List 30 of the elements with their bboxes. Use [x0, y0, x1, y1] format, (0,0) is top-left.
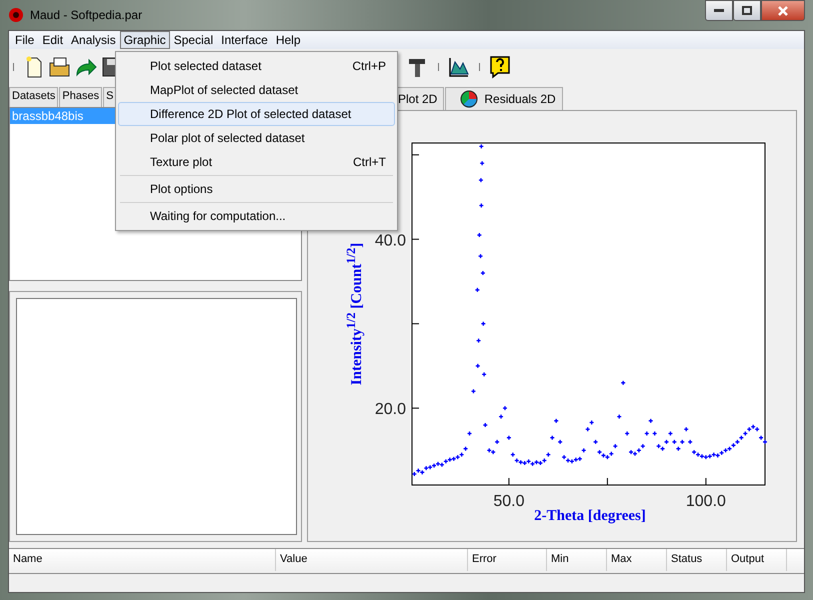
tab[interactable]: Residuals 2D: [445, 87, 563, 110]
menu-item[interactable]: Analysis: [67, 31, 120, 49]
window-title: Maud - Softpedia.par: [30, 8, 142, 22]
menu-item[interactable]: Special: [170, 31, 218, 49]
menu-item[interactable]: Interface: [217, 31, 272, 49]
column-header[interactable]: Error: [468, 549, 547, 571]
tab[interactable]: Phases: [59, 87, 102, 107]
column-header[interactable]: Min: [547, 549, 607, 571]
menu-item[interactable]: Help: [272, 31, 304, 49]
menu-item[interactable]: Texture plot Ctrl+T: [118, 150, 395, 174]
menu-item[interactable]: Plot options: [118, 177, 395, 201]
tick-label: 100.0: [686, 493, 726, 510]
axis-title: 2-Theta [degrees]: [533, 508, 647, 525]
menu-item[interactable]: File: [11, 31, 38, 49]
column-header[interactable]: Status: [667, 549, 727, 571]
menu-item[interactable]: Graphic: [120, 31, 170, 49]
column-header[interactable]: Max: [607, 549, 667, 571]
menu-item[interactable]: Edit: [38, 31, 68, 49]
column-header[interactable]: Output: [727, 549, 787, 571]
tick-label: 50.0: [493, 493, 524, 510]
tick-label: 40.0: [374, 232, 406, 250]
column-header[interactable]: Value: [276, 549, 468, 571]
column-header[interactable]: Name: [9, 549, 276, 571]
tab[interactable]: Datasets: [9, 87, 58, 107]
tab[interactable]: S: [103, 87, 116, 107]
tick-label: 20.0: [374, 401, 406, 418]
menu-item[interactable]: Polar plot of selected dataset: [118, 126, 395, 150]
menu-item[interactable]: Plot selected dataset Ctrl+P: [118, 54, 395, 78]
menu-item[interactable]: Waiting for computation...: [118, 204, 395, 228]
menu-item[interactable]: Difference 2D Plot of selected dataset: [118, 102, 395, 126]
